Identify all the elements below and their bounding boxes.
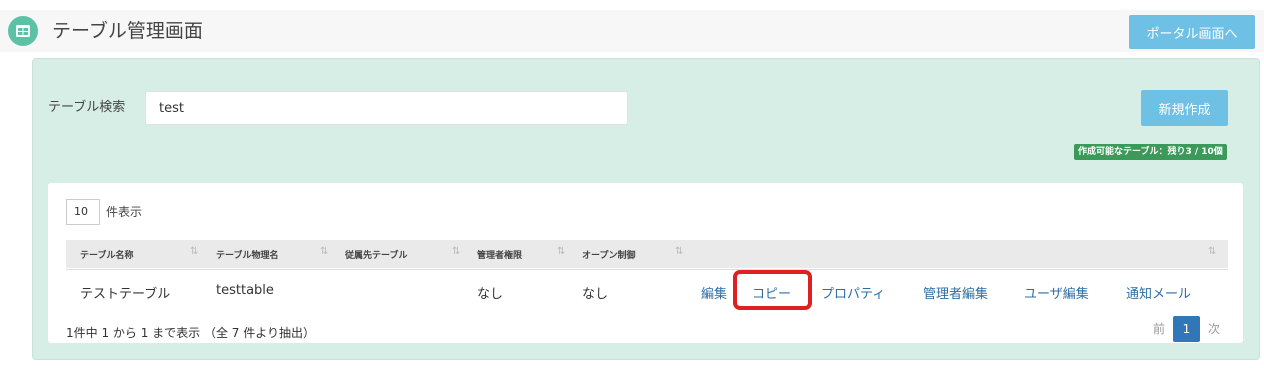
search-label: テーブル検索 bbox=[48, 100, 126, 115]
sort-icon[interactable]: ⇅ bbox=[320, 246, 328, 257]
search-input[interactable] bbox=[145, 91, 628, 125]
table-info: 1件中 1 から 1 まで表示 （全 7 件より抽出） bbox=[66, 326, 316, 340]
pagination-prev[interactable]: 前 bbox=[1153, 320, 1165, 337]
edit-link[interactable]: 編集 bbox=[701, 283, 727, 302]
page-title: テーブル管理画面 bbox=[52, 20, 203, 42]
sort-icon[interactable]: ⇅ bbox=[452, 246, 460, 257]
column-header-physical-name[interactable]: テーブル物理名 bbox=[216, 248, 278, 261]
cell-table-name: テストテーブル bbox=[80, 287, 171, 302]
portal-button[interactable]: ポータル画面へ bbox=[1129, 15, 1255, 49]
table-icon bbox=[8, 16, 38, 46]
user-edit-link[interactable]: ユーザ編集 bbox=[1024, 283, 1089, 302]
quota-badge: 作成可能なテーブル：残り3 / 10個 bbox=[1074, 144, 1227, 160]
new-table-button[interactable]: 新規作成 bbox=[1141, 90, 1228, 126]
header-divider bbox=[66, 269, 1228, 270]
admin-edit-link[interactable]: 管理者編集 bbox=[923, 283, 988, 302]
sort-icon[interactable]: ⇅ bbox=[190, 246, 198, 257]
sort-icon[interactable]: ⇅ bbox=[557, 246, 565, 257]
pagination-current-page[interactable]: 1 bbox=[1173, 316, 1200, 342]
page-length-label: 件表示 bbox=[106, 205, 143, 219]
sort-icon[interactable]: ⇅ bbox=[1208, 246, 1216, 257]
column-header-parent-table[interactable]: 従属先テーブル bbox=[345, 248, 407, 261]
table-icon-glyph bbox=[16, 25, 30, 37]
cell-admin-permission: なし bbox=[477, 287, 504, 302]
column-header-admin-permission[interactable]: 管理者権限 bbox=[477, 248, 522, 261]
property-link[interactable]: プロパティ bbox=[821, 283, 885, 302]
column-header-name[interactable]: テーブル名称 bbox=[80, 248, 133, 261]
sort-icon[interactable]: ⇅ bbox=[675, 246, 683, 257]
page-length-select[interactable]: 10 bbox=[66, 199, 100, 225]
cell-physical-name: testtable bbox=[216, 283, 274, 298]
copy-highlight-box bbox=[733, 270, 812, 310]
notify-mail-link[interactable]: 通知メール bbox=[1126, 283, 1191, 302]
cell-open-control: なし bbox=[582, 287, 609, 302]
pagination-next[interactable]: 次 bbox=[1208, 320, 1220, 337]
column-header-open-control[interactable]: オープン制御 bbox=[582, 248, 635, 261]
